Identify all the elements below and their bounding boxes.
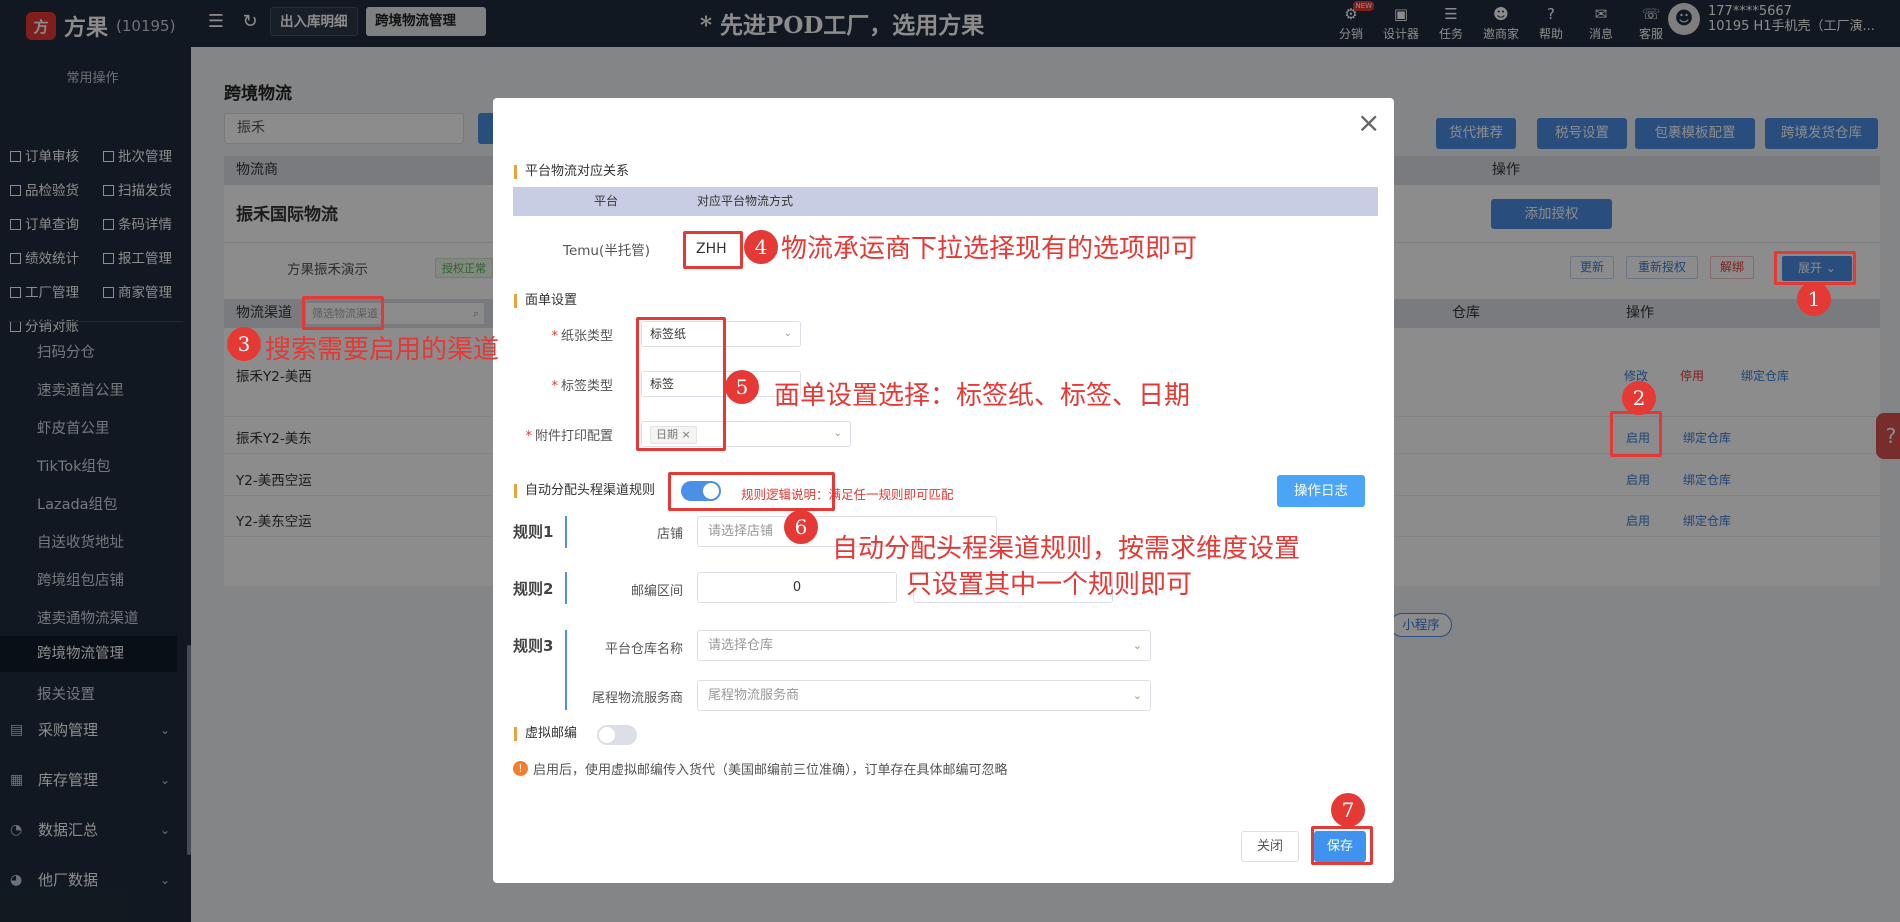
warehouse-select[interactable]: 请选择仓库 ⌄ — [697, 630, 1151, 661]
step-3-badge: 3 — [227, 327, 261, 361]
virtual-zip-label: 虚拟邮编 — [514, 727, 577, 741]
section-label-settings: 面单设置 — [514, 294, 577, 308]
tail-carrier-label: 尾程物流服务商 — [591, 691, 683, 706]
section-auto-rule: 自动分配头程渠道规则 — [514, 484, 655, 498]
step-1-badge: 1 — [1797, 282, 1831, 316]
platform-col: 平台 — [594, 194, 619, 208]
shop-label: 店铺 — [656, 527, 683, 542]
rule1-bar — [565, 516, 567, 548]
mapping-col: 对应平台物流方式 — [697, 194, 794, 208]
step-7-badge: 7 — [1331, 793, 1365, 827]
warehouse-placeholder: 请选择仓库 — [708, 638, 774, 653]
channel-settings-dialog: × 平台物流对应关系 平台 对应平台物流方式 Temu(半托管) ZHH 面单设… — [493, 98, 1394, 883]
step-6-text-a: 自动分配头程渠道规则，按需求维度设置 — [832, 534, 1301, 564]
paper-type-label-text: 纸张类型 — [560, 329, 613, 344]
toggle-knob — [599, 727, 615, 743]
rule2-bar — [565, 572, 567, 604]
rule3-label: 规则3 — [513, 637, 554, 655]
warning-icon: ! — [513, 761, 528, 776]
highlight-enable — [1610, 411, 1662, 457]
rule1-label: 规则1 — [513, 523, 554, 541]
step-4-badge: 4 — [744, 230, 778, 264]
virtual-zip-notice: ! 启用后，使用虚拟邮编传入货代（美国邮编前三位准确），订单存在具体邮编可忽略 — [513, 759, 1008, 778]
step-2-badge: 2 — [1622, 381, 1656, 415]
paper-type-label: * 纸张类型 — [551, 329, 613, 344]
step-5-badge: 5 — [725, 370, 759, 404]
operation-log-button[interactable]: 操作日志 — [1277, 475, 1365, 507]
rule2-label: 规则2 — [513, 580, 554, 598]
platform-name: Temu(半托管) — [563, 243, 650, 259]
highlight-auto-rule — [668, 472, 835, 511]
zip-range-label: 邮编区间 — [630, 584, 683, 599]
notice-text: 启用后，使用虚拟邮编传入货代（美国邮编前三位准确），订单存在具体邮编可忽略 — [533, 763, 1008, 778]
attach-print-label: * 附件打印配置 — [525, 429, 613, 444]
highlight-save — [1311, 826, 1373, 865]
close-icon[interactable]: × — [1357, 109, 1380, 137]
attach-print-label-text: 附件打印配置 — [534, 429, 613, 444]
shop-placeholder: 请选择店铺 — [708, 524, 774, 539]
label-type-label: * 标签类型 — [551, 379, 613, 394]
section-platform-mapping: 平台物流对应关系 — [514, 165, 629, 179]
rule-logic-value: 满足任一规则即可匹配 — [828, 487, 954, 502]
chevron-down-icon: ⌄ — [783, 328, 792, 339]
chevron-down-icon: ⌄ — [1132, 689, 1142, 702]
step-3-text: 搜索需要启用的渠道 — [265, 335, 500, 365]
step-4-text: 物流承运商下拉选择现有的选项即可 — [781, 234, 1198, 264]
highlight-mapping-select — [683, 231, 743, 269]
close-button[interactable]: 关闭 — [1241, 831, 1299, 862]
zip-from-input[interactable]: 0 — [697, 572, 897, 603]
highlight-label-settings — [636, 317, 726, 451]
highlight-expand — [1774, 251, 1856, 285]
step-6-text-b: 只设置其中一个规则即可 — [906, 570, 1193, 600]
chevron-down-icon: ⌄ — [833, 428, 842, 439]
step-6-badge: 6 — [784, 510, 818, 544]
label-type-label-text: 标签类型 — [560, 379, 613, 394]
highlight-channel-filter — [302, 296, 384, 330]
chevron-down-icon: ⌄ — [1132, 639, 1142, 652]
warehouse-label: 平台仓库名称 — [604, 642, 683, 657]
tail-carrier-select[interactable]: 尾程物流服务商 ⌄ — [697, 680, 1151, 711]
step-5-text: 面单设置选择：标签纸、标签、日期 — [774, 381, 1191, 411]
tail-carrier-placeholder: 尾程物流服务商 — [708, 688, 800, 703]
virtual-zip-toggle[interactable] — [597, 725, 637, 745]
mapping-table-header: 平台 对应平台物流方式 — [513, 187, 1378, 216]
